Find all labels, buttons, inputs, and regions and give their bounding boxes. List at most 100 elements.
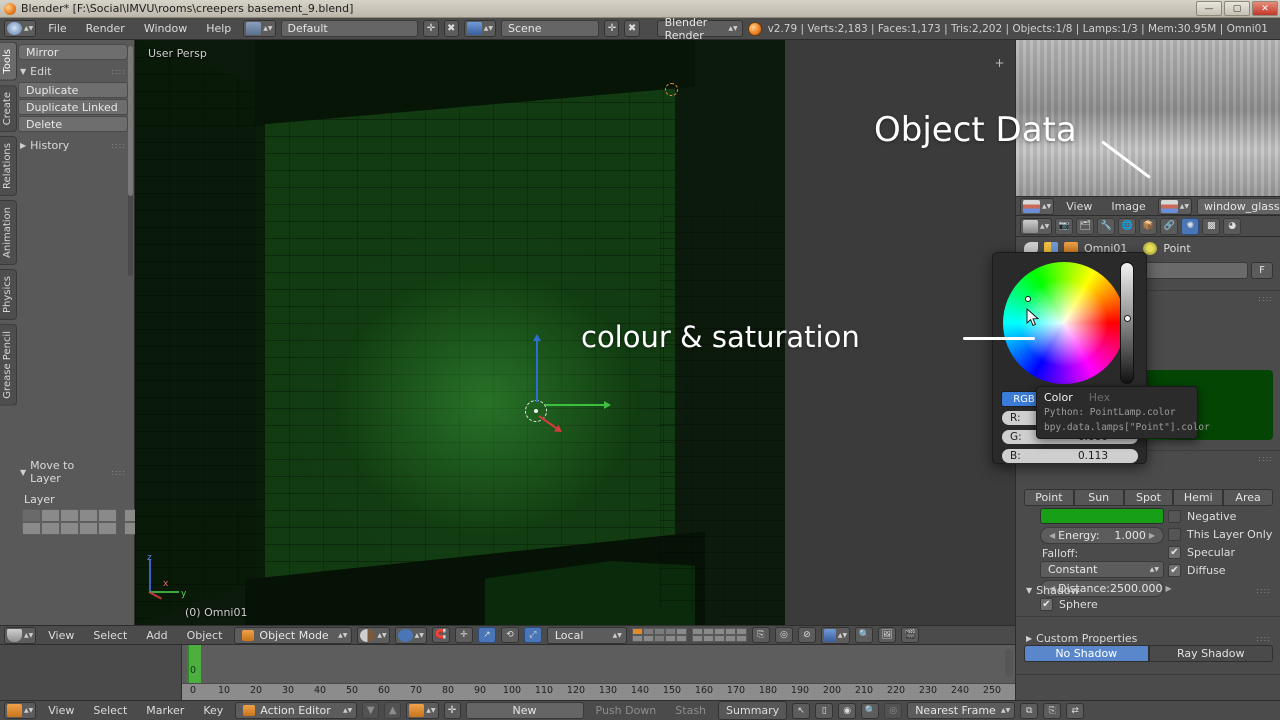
shadow-panel-header[interactable]: ▼ Shadow :::: xyxy=(1024,580,1273,601)
layer-cell[interactable] xyxy=(98,522,117,535)
layer-cell[interactable] xyxy=(22,522,41,535)
diffuse-checkbox[interactable]: ✔ xyxy=(1168,564,1181,577)
action-datablock-selector[interactable]: ▲▼ xyxy=(406,702,439,719)
tab-physics[interactable]: Physics xyxy=(0,268,17,320)
filter-toggle-icon[interactable]: ◎ xyxy=(884,702,903,719)
layer-cell[interactable] xyxy=(60,509,79,522)
value-slider-knob[interactable] xyxy=(1124,315,1131,322)
specular-checkbox[interactable]: ✔ xyxy=(1168,546,1181,559)
image-menu-image[interactable]: Image xyxy=(1104,198,1152,215)
lamp-fake-user-button[interactable]: F xyxy=(1251,261,1273,279)
editor-type-selector-imageeditor[interactable]: ▲▼ xyxy=(1020,197,1055,215)
delete-screen-layout-button[interactable]: ✖ xyxy=(443,20,459,37)
layer-cell[interactable] xyxy=(675,635,687,642)
render-opengl-image-button[interactable]: 🖼 xyxy=(878,627,897,643)
layer-cell[interactable] xyxy=(691,635,703,642)
color-wheel[interactable] xyxy=(1003,262,1125,384)
layer-cell[interactable] xyxy=(724,628,736,635)
tab-scene-properties[interactable]: 🔧 xyxy=(1097,217,1116,235)
dope-menu-key[interactable]: Key xyxy=(196,702,230,719)
minimize-button[interactable]: — xyxy=(1196,1,1222,16)
lock-to-scene-button[interactable]: ⎘ xyxy=(751,627,770,643)
render-preview-button[interactable]: 🔍 xyxy=(855,627,874,643)
layer-cell[interactable] xyxy=(41,509,60,522)
layer-cell[interactable] xyxy=(724,635,736,642)
layer-cell[interactable] xyxy=(702,628,714,635)
image-menu-view[interactable]: View xyxy=(1059,198,1099,215)
move-to-layer-header[interactable]: ▼ Move to Layer :::: xyxy=(18,455,128,489)
energy-slider[interactable]: ◀ Energy: 1.000 ▶ xyxy=(1040,527,1164,544)
dope-sheet-mode-dropdown[interactable]: Action Editor ▲▼ xyxy=(235,702,358,719)
layer-cell[interactable] xyxy=(735,628,747,635)
menu-help[interactable]: Help xyxy=(199,20,238,37)
manipulator-scale-button[interactable]: ⤢ xyxy=(523,627,542,643)
layer-cell[interactable] xyxy=(675,628,687,635)
editor-type-selector-dopesheet[interactable]: ▲▼ xyxy=(4,702,37,719)
layer-cell[interactable] xyxy=(702,635,714,642)
history-panel-header[interactable]: ▶ History :::: xyxy=(18,135,128,156)
dope-sheet-editor[interactable]: 0 0 10 20 30 40 50 60 70 80 90 100 110 1… xyxy=(0,645,1015,700)
tab-world-properties[interactable]: 🌐 xyxy=(1118,217,1137,235)
maximize-button[interactable]: ▢ xyxy=(1224,1,1250,16)
negative-checkbox[interactable] xyxy=(1168,510,1181,523)
pivot-3d-cursor-button[interactable]: ⊘ xyxy=(797,627,816,643)
layer-cell[interactable] xyxy=(653,635,665,642)
layer-cell[interactable] xyxy=(631,635,643,642)
close-button[interactable]: ✕ xyxy=(1252,1,1278,16)
lamp-type-spot[interactable]: Spot xyxy=(1123,489,1174,506)
tab-object-data-properties[interactable]: ✺ xyxy=(1181,217,1200,235)
filter-datablock-icon[interactable]: ◉ xyxy=(838,702,857,719)
layer-cell[interactable] xyxy=(22,509,41,522)
add-scene-button[interactable]: ✛ xyxy=(604,20,620,37)
summary-toggle[interactable]: Summary xyxy=(718,701,788,720)
tab-animation[interactable]: Animation xyxy=(0,199,17,265)
lamp-type-sun[interactable]: Sun xyxy=(1073,489,1124,506)
dope-menu-marker[interactable]: Marker xyxy=(139,702,191,719)
viewport-menu-add[interactable]: Add xyxy=(139,627,174,644)
tab-constraints-properties[interactable]: 🔗 xyxy=(1160,217,1179,235)
scene-layers-grid-left[interactable] xyxy=(631,628,687,642)
tool-shelf-scrollbar[interactable] xyxy=(128,46,133,276)
layer-cell[interactable] xyxy=(713,628,725,635)
copy-keyframes-icon[interactable]: ⧉ xyxy=(1020,702,1039,719)
editor-type-selector-3dview[interactable]: ▲▼ xyxy=(4,626,37,644)
screen-layout-field[interactable]: Default xyxy=(280,20,419,37)
lamp-color-swatch[interactable] xyxy=(1040,508,1164,524)
layer-cell[interactable] xyxy=(98,509,117,522)
scene-layers-grid-right[interactable] xyxy=(691,628,747,642)
viewport-shading-selector[interactable]: ▲▼ xyxy=(357,626,390,644)
tab-object-properties[interactable]: 📦 xyxy=(1139,217,1158,235)
tab-relations[interactable]: Relations xyxy=(0,135,17,196)
layer-cell[interactable] xyxy=(79,522,98,535)
layer-cell[interactable] xyxy=(664,628,676,635)
add-screen-layout-button[interactable]: ✛ xyxy=(423,20,439,37)
tab-tools[interactable]: Tools xyxy=(0,42,17,81)
paste-flipped-icon[interactable]: ⇄ xyxy=(1066,702,1085,719)
custom-properties-panel-header[interactable]: ▶ Custom Properties :::: xyxy=(1024,628,1273,649)
viewport-toolbar-toggle[interactable]: + xyxy=(994,57,1005,69)
layer-cell[interactable] xyxy=(79,509,98,522)
playhead-marker[interactable]: 0 xyxy=(187,645,201,683)
manipulator-translate-button[interactable]: ↗ xyxy=(477,627,496,643)
duplicate-button[interactable]: Duplicate xyxy=(18,82,128,98)
delete-button[interactable]: Delete xyxy=(18,116,128,132)
image-datablock-selector[interactable]: ▲▼ xyxy=(1157,197,1193,215)
editor-type-selector-info[interactable]: ▲▼ xyxy=(4,20,37,37)
duplicate-linked-button[interactable]: Duplicate Linked xyxy=(18,99,128,115)
push-down-button[interactable]: Push Down xyxy=(589,702,664,719)
layer-cell[interactable] xyxy=(41,522,60,535)
lamp-type-area[interactable]: Area xyxy=(1223,489,1273,506)
editor-type-selector-properties[interactable]: ▲▼ xyxy=(1020,217,1053,235)
stash-button[interactable]: Stash xyxy=(668,702,713,719)
manipulator-rotate-button[interactable]: ⟲ xyxy=(500,627,519,643)
tab-material-properties[interactable]: ◕ xyxy=(1223,217,1242,235)
menu-file[interactable]: File xyxy=(41,20,73,37)
viewport-menu-view[interactable]: View xyxy=(41,627,81,644)
negative-checkbox-row[interactable]: Negative xyxy=(1168,510,1236,523)
tab-grease-pencil[interactable]: Grease Pencil xyxy=(0,323,17,406)
color-wheel-cursor[interactable] xyxy=(1025,296,1031,302)
transform-orientation-dropdown[interactable]: Local ▲▼ xyxy=(546,626,627,644)
paste-keyframes-icon[interactable]: ⎘ xyxy=(1043,702,1062,719)
pivot-point-selector[interactable]: ▲▼ xyxy=(394,626,427,644)
dope-sheet-scrollbar[interactable] xyxy=(1005,649,1013,677)
